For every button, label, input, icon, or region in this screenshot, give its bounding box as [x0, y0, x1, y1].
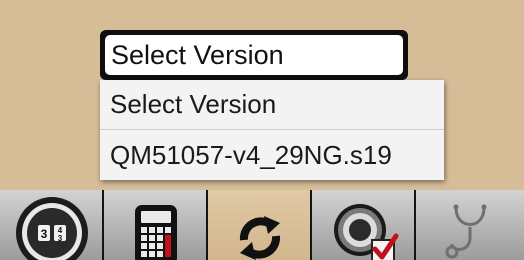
toolbar-button-refresh[interactable] [208, 190, 312, 260]
toolbar-button-dial[interactable]: 3 4 3 [0, 190, 104, 260]
stethoscope-icon [445, 204, 487, 259]
version-dropdown: Select Version QM51057-v4_29NG.s19 [100, 80, 444, 180]
refresh-icon [239, 216, 281, 260]
dropdown-option-select-version[interactable]: Select Version [100, 80, 444, 130]
svg-text:3: 3 [58, 234, 63, 243]
toolbar-button-stethoscope[interactable] [416, 190, 524, 260]
version-select-value: Select Version [111, 39, 284, 70]
calculator-icon [135, 205, 177, 260]
number-dial-icon: 3 4 3 [16, 197, 88, 260]
bottom-toolbar: 3 4 3 [0, 190, 524, 260]
toolbar-button-gauge-check[interactable] [312, 190, 416, 260]
version-select[interactable]: Select Version [100, 30, 408, 80]
version-select-field[interactable]: Select Version [105, 35, 403, 75]
content-area: Select Version Select Version QM51057-v4… [0, 0, 524, 190]
gauge-check-icon [334, 204, 399, 260]
toolbar-button-calculator[interactable] [104, 190, 208, 260]
dropdown-option-firmware-file[interactable]: QM51057-v4_29NG.s19 [100, 130, 444, 180]
svg-text:3: 3 [41, 227, 48, 241]
